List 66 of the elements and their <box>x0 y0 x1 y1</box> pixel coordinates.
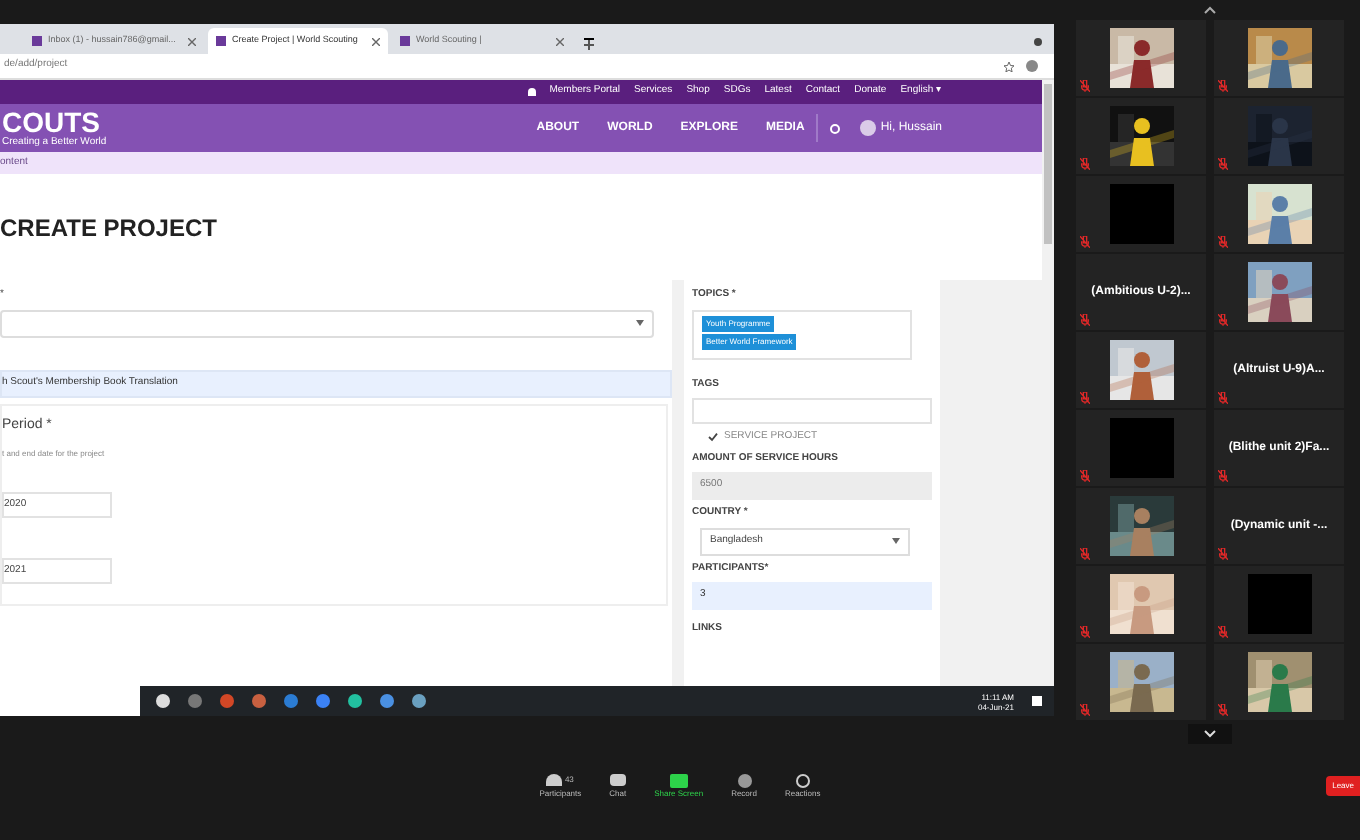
caret-icon <box>892 538 900 544</box>
tab-favicon-icon <box>32 36 42 46</box>
video-feed <box>1109 418 1173 478</box>
participant-tile[interactable] <box>1214 20 1344 96</box>
muted-mic-icon <box>1080 470 1090 482</box>
participant-tile[interactable] <box>1076 644 1206 720</box>
muted-mic-icon <box>1080 314 1090 326</box>
tab-favicon-icon <box>216 36 226 46</box>
participant-tile[interactable] <box>1076 566 1206 642</box>
muted-mic-icon <box>1080 236 1090 248</box>
muted-mic-icon <box>1080 80 1090 92</box>
participant-tile[interactable] <box>1076 332 1206 408</box>
muted-mic-icon <box>1080 158 1090 170</box>
taskbar-app-icon[interactable] <box>348 694 362 708</box>
muted-mic-icon <box>1218 392 1228 404</box>
participant-tile[interactable] <box>1076 176 1206 252</box>
muted-mic-icon <box>1218 158 1228 170</box>
muted-mic-icon <box>1218 548 1228 560</box>
checkbox[interactable] <box>708 432 718 443</box>
close-icon[interactable] <box>556 37 564 45</box>
participant-tile[interactable] <box>1076 98 1206 174</box>
close-icon[interactable] <box>372 37 380 45</box>
muted-mic-icon <box>1080 704 1090 716</box>
video-feed <box>1247 574 1311 634</box>
tags-field[interactable] <box>692 398 932 424</box>
people-icon <box>546 774 563 786</box>
chevron-down-icon <box>1204 730 1216 738</box>
taskbar-app-icon[interactable] <box>412 694 426 708</box>
muted-mic-icon <box>1218 236 1228 248</box>
scroll-down-button[interactable] <box>1188 724 1232 744</box>
account-icon[interactable] <box>1026 60 1038 72</box>
profile-icon[interactable] <box>1034 38 1042 46</box>
chat-icon <box>609 774 626 786</box>
participant-tile[interactable] <box>1214 644 1344 720</box>
close-icon[interactable] <box>188 37 196 45</box>
bookmark-star-icon[interactable] <box>1004 61 1014 71</box>
muted-mic-icon <box>1080 392 1090 404</box>
muted-mic-icon <box>1218 704 1228 716</box>
participant-tile[interactable] <box>1214 254 1344 330</box>
muted-mic-icon <box>1080 548 1090 560</box>
muted-mic-icon <box>1218 626 1228 638</box>
user-avatar-icon <box>860 120 877 136</box>
taskbar-app-icon[interactable] <box>380 694 394 708</box>
taskbar-app-icon[interactable] <box>156 694 170 708</box>
video-feed <box>1109 184 1173 244</box>
participant-tile[interactable] <box>1214 176 1344 252</box>
search-icon[interactable] <box>830 123 841 133</box>
participant-tile[interactable] <box>1076 488 1206 564</box>
participant-tile[interactable] <box>1214 98 1344 174</box>
tab-favicon-icon <box>400 36 410 46</box>
bell-icon[interactable] <box>527 88 536 96</box>
scroll-up-icon[interactable] <box>1204 6 1216 14</box>
smiley-icon <box>795 773 810 787</box>
participant-tile[interactable] <box>1214 566 1344 642</box>
site-logo[interactable]: COUTS <box>2 108 107 136</box>
muted-mic-icon <box>1218 80 1228 92</box>
muted-mic-icon <box>1080 626 1090 638</box>
page-title: CREATE PROJECT <box>0 211 217 245</box>
participant-tile[interactable] <box>1076 20 1206 96</box>
muted-mic-icon <box>1218 470 1228 482</box>
record-icon <box>737 773 752 787</box>
select-field[interactable] <box>0 309 654 337</box>
caret-icon <box>636 320 644 326</box>
participant-tile[interactable] <box>1076 410 1206 486</box>
muted-mic-icon <box>1218 314 1228 326</box>
share-screen-icon <box>669 773 688 787</box>
